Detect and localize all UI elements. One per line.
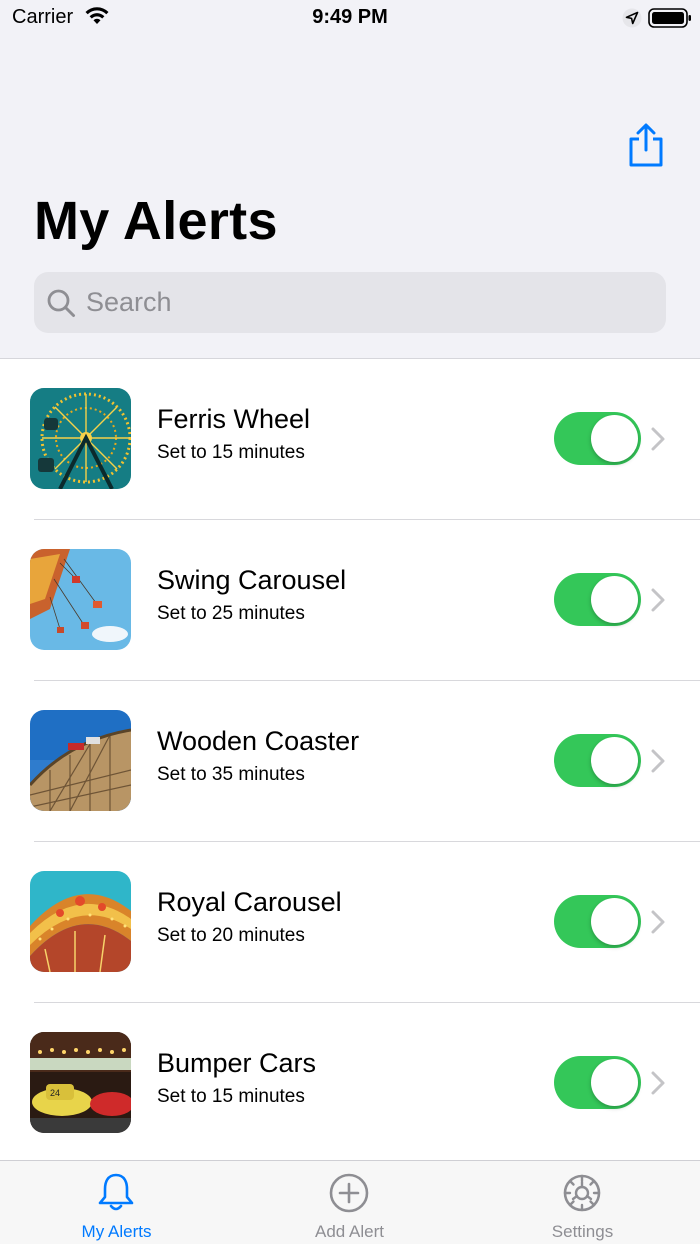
svg-text:24: 24: [50, 1088, 60, 1098]
list-item[interactable]: Royal Carousel Set to 20 minutes: [0, 842, 700, 1003]
toggle-knob: [591, 737, 638, 784]
ferris-wheel-thumbnail: [30, 388, 131, 489]
alert-toggle[interactable]: [554, 412, 641, 465]
clock: 9:49 PM: [312, 6, 388, 28]
tab-label: My Alerts: [81, 1222, 152, 1241]
tab-label: Add Alert: [315, 1222, 384, 1241]
gear-icon: [563, 1174, 601, 1212]
list-item[interactable]: Ferris Wheel Set to 15 minutes: [0, 359, 700, 520]
page-title: My Alerts: [34, 191, 278, 251]
alert-duration: Set to 15 minutes: [157, 442, 305, 463]
tab-add-alert[interactable]: Add Alert: [233, 1161, 466, 1244]
tab-label: Settings: [551, 1222, 614, 1241]
alert-duration: Set to 15 minutes: [157, 1086, 305, 1107]
alert-duration: Set to 25 minutes: [157, 603, 305, 624]
share-button[interactable]: [624, 122, 668, 168]
alert-toggle[interactable]: [554, 1056, 641, 1109]
search-bar[interactable]: [34, 272, 666, 333]
chevron-right-icon: [651, 749, 665, 773]
plus-circle-icon: [329, 1173, 369, 1213]
alert-title: Royal Carousel: [157, 887, 342, 917]
location-arrow-icon: [622, 8, 642, 28]
alert-duration: Set to 20 minutes: [157, 925, 305, 946]
list-item[interactable]: 24 Bumper Cars Set to 15 minutes: [0, 1003, 700, 1164]
alert-toggle[interactable]: [554, 895, 641, 948]
list-item[interactable]: Swing Carousel Set to 25 minutes: [0, 520, 700, 681]
chevron-right-icon: [651, 588, 665, 612]
alert-title: Ferris Wheel: [157, 404, 311, 434]
bumper-cars-thumbnail: 24: [30, 1032, 131, 1133]
battery-icon: [648, 8, 691, 28]
wooden-coaster-thumbnail: [30, 710, 131, 811]
navigation-header: Carrier 9:49 PM My Alerts: [0, 0, 700, 359]
alert-title: Bumper Cars: [157, 1048, 317, 1078]
toggle-knob: [591, 898, 638, 945]
chevron-right-icon: [651, 1071, 665, 1095]
tab-bar: My Alerts Add Alert Settings: [0, 1160, 700, 1244]
royal-carousel-thumbnail: [30, 871, 131, 972]
swing-carousel-thumbnail: [30, 549, 131, 650]
tab-my-alerts[interactable]: My Alerts: [0, 1161, 233, 1244]
alert-toggle[interactable]: [554, 573, 641, 626]
bell-icon: [98, 1173, 134, 1211]
chevron-right-icon: [651, 427, 665, 451]
search-input[interactable]: [86, 282, 646, 322]
chevron-right-icon: [651, 910, 665, 934]
alerts-list: Ferris Wheel Set to 15 minutes Swing Car…: [0, 359, 700, 1164]
alert-toggle[interactable]: [554, 734, 641, 787]
list-item[interactable]: Wooden Coaster Set to 35 minutes: [0, 681, 700, 842]
alert-title: Swing Carousel: [157, 565, 347, 595]
search-icon: [47, 289, 75, 317]
alert-duration: Set to 35 minutes: [157, 764, 305, 785]
toggle-knob: [591, 576, 638, 623]
toggle-knob: [591, 415, 638, 462]
toggle-knob: [591, 1059, 638, 1106]
status-bar: Carrier 9:49 PM: [0, 0, 700, 36]
alert-title: Wooden Coaster: [157, 726, 360, 756]
tab-settings[interactable]: Settings: [466, 1161, 699, 1244]
